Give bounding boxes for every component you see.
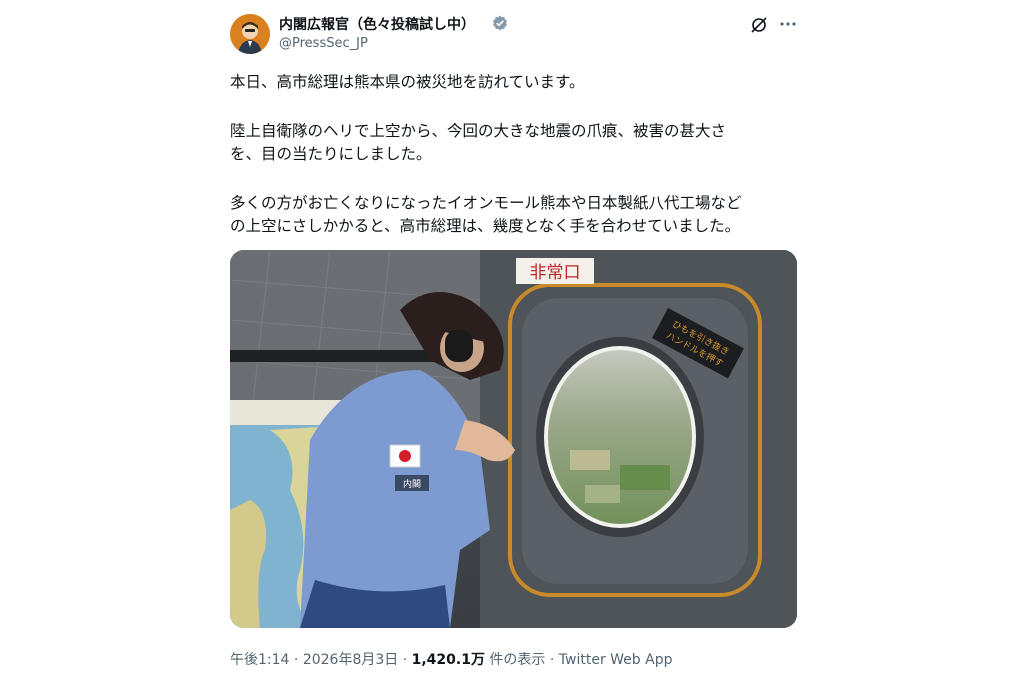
tweet-text-line: を、目の当たりにしました。 <box>230 145 432 163</box>
tweet-meta: 午後1:14 · 2026年8月3日 · 1,420.1万 件の表示 · Twi… <box>230 649 672 669</box>
name-badge: 内閣 <box>403 478 421 490</box>
meta-separator: · <box>289 652 303 668</box>
author-handle[interactable]: @PressSec_JP <box>279 36 368 51</box>
emergency-exit-sign: 非常口 <box>530 263 581 283</box>
meta-separator: · <box>545 652 559 668</box>
tweet-date[interactable]: 2026年8月3日 <box>303 652 398 668</box>
tweet-time[interactable]: 午後1:14 <box>230 652 289 668</box>
views-count: 1,420.1万 <box>411 652 485 668</box>
tweet-text-line: の上空にさしかかると、高市総理は、幾度となく手を合わせていました。 <box>230 217 741 235</box>
tweet-text-line: 多くの方がお亡くなりになったイオンモール熊本や日本製紙八代工場など <box>230 194 742 212</box>
more-icon[interactable] <box>778 14 798 34</box>
grok-icon[interactable] <box>750 16 768 34</box>
tweet-source[interactable]: Twitter Web App <box>559 652 673 668</box>
author-display-name[interactable]: 内閣広報官（色々投稿試し中） <box>279 14 475 34</box>
meta-separator: · <box>398 652 412 668</box>
views-label: 件の表示 <box>484 652 546 668</box>
tweet-photo[interactable]: 非常口 ひもを引き抜き ハンドルを押す 内閣 <box>230 250 797 628</box>
avatar[interactable] <box>230 14 270 54</box>
tweet: 内閣広報官（色々投稿試し中） @PressSec_JP 本日、高市総理は熊本県の… <box>230 0 798 683</box>
tweet-text-line: 本日、高市総理は熊本県の被災地を訪れています。 <box>230 73 585 91</box>
verified-badge-icon <box>493 15 507 31</box>
tweet-text-line: 陸上自衛隊のヘリで上空から、今回の大きな地震の爪痕、被害の甚大さ <box>230 122 727 140</box>
